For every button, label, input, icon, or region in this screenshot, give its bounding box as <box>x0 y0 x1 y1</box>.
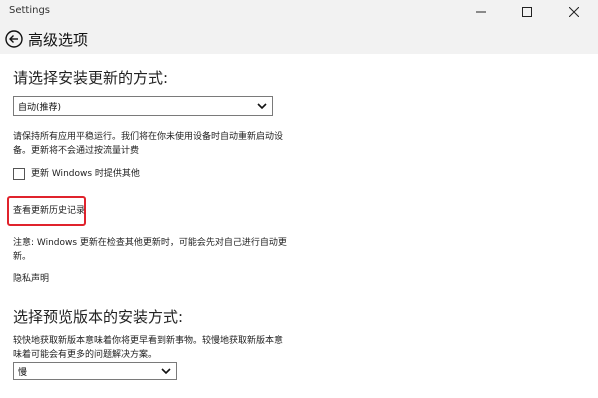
close-icon <box>569 7 579 17</box>
privacy-statement-link[interactable]: 隐私声明 <box>13 272 49 286</box>
update-method-heading: 请选择安装更新的方式: <box>13 69 169 87</box>
preview-heading: 选择预览版本的安装方式: <box>13 308 184 326</box>
title-bar: Settings <box>0 0 598 24</box>
preview-description-line1: 较快地获取新版本意味着你将更早看到新事物。较慢地获取新版本意 <box>13 336 284 346</box>
minimize-icon <box>476 11 486 13</box>
maximize-icon <box>522 7 532 17</box>
preview-description: 较快地获取新版本意味着你将更早看到新事物。较慢地获取新版本意 味着可能会有更多的… <box>13 334 303 362</box>
page-header: 高级选项 <box>0 24 598 54</box>
note-line1: 注意: Windows 更新在检查其他更新时，可能会先对自己进行自动更 <box>13 238 287 248</box>
close-button[interactable] <box>550 0 598 24</box>
minimize-button[interactable] <box>458 0 504 24</box>
back-arrow-icon <box>5 30 23 48</box>
back-button[interactable] <box>4 29 24 49</box>
view-update-history-link[interactable]: 查看更新历史记录 <box>13 204 85 218</box>
update-method-dropdown[interactable]: 自动(推荐) <box>13 96 273 116</box>
page-title: 高级选项 <box>28 31 89 49</box>
note-line2: 新。 <box>13 252 32 262</box>
update-method-description-line2: 备。更新将不会通过按流量计费 <box>13 146 140 156</box>
update-method-description-line1: 请保持所有应用平稳运行。我们将在你未使用设备时自动重新启动设 <box>13 132 284 142</box>
chevron-down-icon <box>257 103 267 110</box>
preview-speed-dropdown[interactable]: 慢 <box>13 362 177 380</box>
update-method-selected: 自动(推荐) <box>18 103 62 113</box>
other-products-label: 更新 Windows 时提供其他 <box>31 169 140 179</box>
chevron-down-icon <box>161 368 171 375</box>
preview-description-line2: 味着可能会有更多的问题解决方案。 <box>13 350 158 360</box>
app-title: Settings <box>9 5 51 16</box>
update-method-description: 请保持所有应用平稳运行。我们将在你未使用设备时自动重新启动设 备。更新将不会通过… <box>13 130 303 158</box>
maximize-button[interactable] <box>504 0 550 24</box>
other-products-checkbox[interactable] <box>13 168 25 180</box>
preview-speed-selected: 慢 <box>18 368 28 378</box>
note-text: 注意: Windows 更新在检查其他更新时，可能会先对自己进行自动更 新。 <box>13 236 303 264</box>
